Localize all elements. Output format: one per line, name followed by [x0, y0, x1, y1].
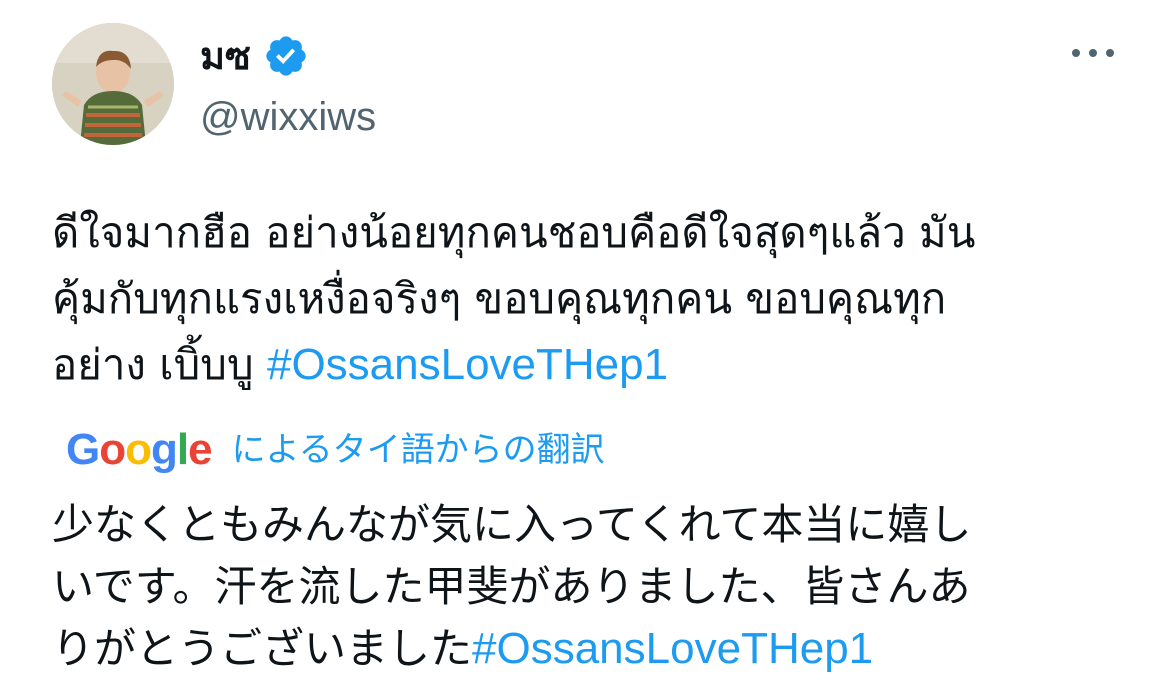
google-logo-letter: o: [125, 425, 152, 474]
translation-attribution[interactable]: G o o g l e によるタイ語からの翻訳: [66, 424, 605, 476]
translated-text-segment: りがとうございました: [52, 624, 473, 673]
google-logo: G o o g l e: [66, 424, 213, 476]
translated-text: 少なくともみんなが気に入ってくれて本当に嬉し いです。汗を流した甲斐がありました…: [52, 494, 1142, 680]
google-logo-letter: o: [99, 425, 126, 474]
user-handle[interactable]: @wixxiws: [200, 92, 376, 142]
hashtag-link[interactable]: #OssansLoveTHep1: [472, 624, 873, 673]
more-horizontal-icon: [1072, 49, 1080, 57]
translated-text-line: りがとうございました#OssansLoveTHep1: [52, 618, 1142, 680]
hashtag-link[interactable]: #OssansLoveTHep1: [267, 340, 668, 389]
tweet-text-line: อย่าง เบิ้บบู #OssansLoveTHep1: [52, 332, 1132, 398]
more-options-button[interactable]: [1066, 38, 1120, 68]
google-logo-letter: g: [151, 425, 178, 474]
translated-text-line: いです。汗を流した甲斐がありました、皆さんあ: [52, 562, 971, 611]
translation-label[interactable]: によるタイ語からの翻訳: [232, 424, 605, 476]
profile-photo-icon: [52, 23, 174, 145]
verified-badge-icon: [266, 36, 306, 76]
tweet-card: มซ @wixxiws ดีใจมากฮือ อย่างน้อยทุกคนชอบ…: [0, 0, 1170, 696]
author-name-row: มซ: [200, 30, 309, 82]
google-logo-letter: l: [176, 425, 189, 474]
avatar[interactable]: [52, 23, 174, 145]
google-logo-letter: G: [66, 425, 100, 474]
more-horizontal-icon: [1106, 49, 1114, 57]
tweet-text-segment: อย่าง เบิ้บบู: [52, 340, 267, 389]
tweet-text-line: ดีใจมากฮือ อย่างน้อยทุกคนชอบคือดีใจสุดๆแ…: [52, 208, 976, 257]
more-horizontal-icon: [1089, 49, 1097, 57]
display-name[interactable]: มซ: [200, 30, 251, 82]
tweet-text: ดีใจมากฮือ อย่างน้อยทุกคนชอบคือดีใจสุดๆแ…: [52, 200, 1132, 398]
tweet-text-line: คุ้มกับทุกแรงเหงื่อจริงๆ ขอบคุณทุกคน ขอบ…: [52, 274, 947, 323]
google-logo-letter: e: [188, 425, 213, 474]
translated-text-line: 少なくともみんなが気に入ってくれて本当に嬉し: [52, 500, 972, 549]
